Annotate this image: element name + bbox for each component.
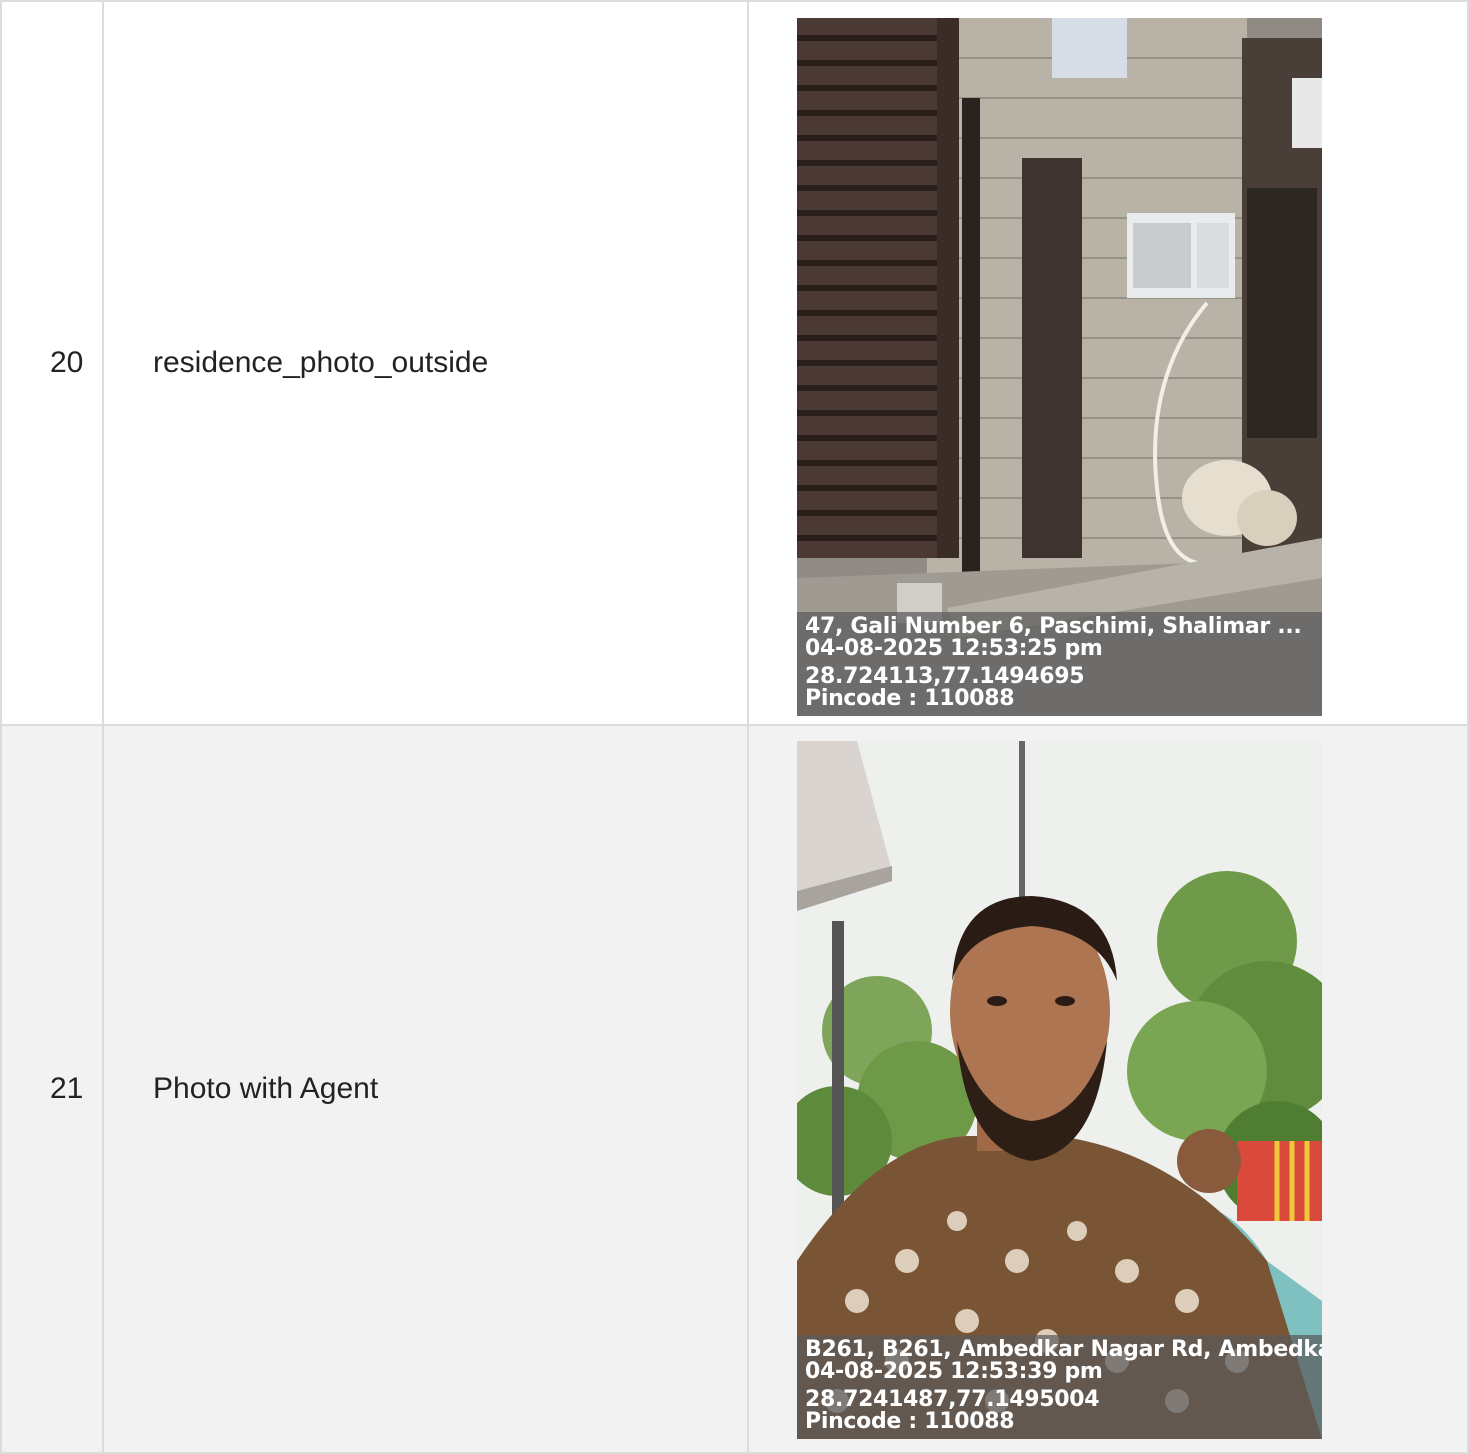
- geotag-pincode: Pincode : 110088: [805, 686, 1015, 711]
- agent-photo[interactable]: B261, B261, Ambedkar Nagar Rd, Ambedka 0…: [797, 741, 1322, 1439]
- photo-geotag-overlay: B261, B261, Ambedkar Nagar Rd, Ambedka 0…: [797, 1335, 1322, 1439]
- geotag-pincode: Pincode : 110088: [805, 1409, 1015, 1434]
- residence-photo[interactable]: 47, Gali Number 6, Paschimi, Shalimar ..…: [797, 18, 1322, 716]
- row-number-cell: 20: [2, 2, 104, 724]
- geotag-datetime: 04-08-2025 12:53:25 pm: [805, 636, 1103, 661]
- geotag-address: B261, B261, Ambedkar Nagar Rd, Ambedka: [805, 1337, 1322, 1362]
- table-row: 20 residence_photo_outside 47, Gali Numb…: [0, 0, 1469, 726]
- row-label: Photo with Agent: [153, 1072, 379, 1105]
- geotag-address: 47, Gali Number 6, Paschimi, Shalimar ..…: [805, 614, 1302, 639]
- geotag-datetime: 04-08-2025 12:53:39 pm: [805, 1359, 1103, 1384]
- table-row: 21 Photo with Agent B261, B261, Ambedkar…: [0, 726, 1469, 1454]
- row-label: residence_photo_outside: [153, 346, 489, 379]
- row-number: 20: [50, 346, 84, 379]
- row-label-cell: residence_photo_outside: [104, 2, 749, 724]
- geotag-coordinates: 28.724113,77.1494695: [805, 664, 1085, 689]
- row-number: 21: [50, 1072, 84, 1105]
- photo-geotag-overlay: 47, Gali Number 6, Paschimi, Shalimar ..…: [797, 612, 1322, 716]
- photo-table: 20 residence_photo_outside 47, Gali Numb…: [0, 0, 1469, 1454]
- geotag-coordinates: 28.7241487,77.1495004: [805, 1387, 1100, 1412]
- row-photo-cell: 47, Gali Number 6, Paschimi, Shalimar ..…: [749, 2, 1467, 724]
- row-number-cell: 21: [2, 726, 104, 1452]
- row-photo-cell: B261, B261, Ambedkar Nagar Rd, Ambedka 0…: [749, 726, 1467, 1452]
- row-label-cell: Photo with Agent: [104, 726, 749, 1452]
